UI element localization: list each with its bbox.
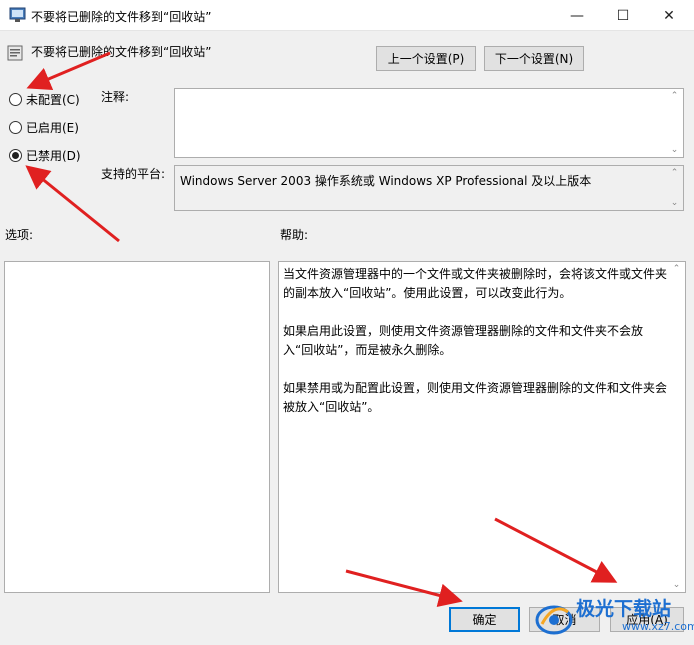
comment-scrollbar[interactable]: ⌃ ⌄ [666,89,683,157]
radio-button[interactable] [9,121,22,134]
radio-enabled[interactable]: 已启用(E) [9,119,79,136]
help-paragraph: 当文件资源管理器中的一个文件或文件夹被删除时，会将该文件或文件夹的副本放入“回收… [283,267,668,300]
title-bar: 不要将已删除的文件移到“回收站” — ☐ ✕ [0,0,694,31]
watermark: 极光下载站 www.xz7.com [534,592,694,645]
close-icon: ✕ [663,7,675,24]
next-setting-button[interactable]: 下一个设置(N) [484,46,584,71]
scroll-up-icon[interactable]: ⌃ [666,168,683,178]
help-text: 当文件资源管理器中的一个文件或文件夹被删除时，会将该文件或文件夹的副本放入“回收… [283,265,669,436]
scroll-down-icon[interactable]: ⌄ [668,580,685,590]
radio-button[interactable] [9,93,22,106]
help-panel: 当文件资源管理器中的一个文件或文件夹被删除时，会将该文件或文件夹的副本放入“回收… [278,261,686,593]
radio-button[interactable] [9,149,22,162]
scroll-down-icon[interactable]: ⌄ [666,198,683,208]
help-scrollbar[interactable]: ⌃ ⌄ [668,262,685,592]
help-label: 帮助: [280,228,309,242]
window-title: 不要将已删除的文件移到“回收站” [31,10,212,24]
radio-label: 已启用(E) [26,121,79,135]
watermark-url: www.xz7.com [622,620,694,633]
policy-setting-icon [7,45,23,61]
minimize-icon: — [570,7,584,24]
scroll-down-icon[interactable]: ⌄ [666,145,683,155]
platform-scrollbar[interactable]: ⌃ ⌄ [666,166,683,210]
platform-label: 支持的平台: [101,167,166,181]
radio-label: 未配置(C) [26,93,80,107]
scroll-up-icon[interactable]: ⌃ [666,91,683,101]
help-paragraph: 如果禁用或为配置此设置，则使用文件资源管理器删除的文件和文件夹会被放入“回收站”… [283,381,668,414]
options-label: 选项: [5,228,34,242]
scroll-up-icon[interactable]: ⌃ [668,264,685,274]
previous-setting-button[interactable]: 上一个设置(P) [376,46,476,71]
close-button[interactable]: ✕ [646,0,692,31]
comment-label: 注释: [101,90,130,104]
minimize-button[interactable]: — [554,0,600,31]
options-panel [4,261,270,593]
policy-name: 不要将已删除的文件移到“回收站” [31,45,212,59]
watermark-logo-icon [535,605,573,635]
ok-button[interactable]: 确定 [449,607,520,632]
maximize-icon: ☐ [616,7,630,24]
platform-field: Windows Server 2003 操作系统或 Windows XP Pro… [174,165,684,211]
platform-value: Windows Server 2003 操作系统或 Windows XP Pro… [180,174,592,188]
help-paragraph: 如果启用此设置，则使用文件资源管理器删除的文件和文件夹不会放入“回收站”，而是被… [283,324,644,357]
policy-window-icon [9,7,26,22]
watermark-text: 极光下载站 [576,598,672,620]
radio-label: 已禁用(D) [26,149,81,163]
radio-disabled[interactable]: 已禁用(D) [9,147,81,164]
comment-textarea[interactable]: ⌃ ⌄ [174,88,684,158]
radio-not-configured[interactable]: 未配置(C) [9,91,80,108]
maximize-button[interactable]: ☐ [600,0,646,31]
